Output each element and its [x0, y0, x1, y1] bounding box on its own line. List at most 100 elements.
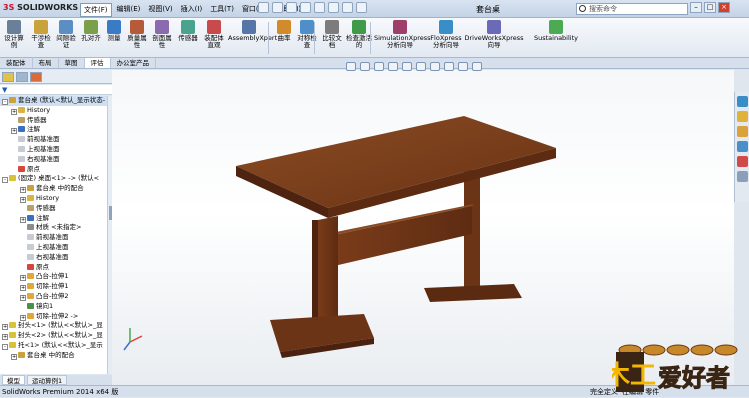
ribbon-button-17[interactable]: Sustainability — [528, 20, 584, 42]
zoom-area-icon[interactable] — [360, 62, 370, 71]
tree-item[interactable]: + 切除-拉伸2 -> — [0, 312, 107, 322]
zoom-fit-icon[interactable] — [346, 62, 356, 71]
ribbon-button-12[interactable]: 比较文档 — [320, 20, 344, 49]
previous-view-icon[interactable] — [374, 62, 384, 71]
ribbon-button-6[interactable]: 剖面属性 — [150, 20, 174, 49]
ribbon-button-7[interactable]: 传感器 — [176, 20, 200, 42]
display-style-icon[interactable] — [416, 62, 426, 71]
tab-3[interactable]: 评估 — [84, 58, 111, 68]
expand-toggle-icon[interactable]: - — [2, 177, 8, 184]
expand-toggle-icon[interactable]: + — [20, 196, 26, 203]
tab-0[interactable]: 装配体 — [0, 58, 33, 68]
options-icon[interactable] — [356, 2, 367, 13]
maximize-icon[interactable]: □ — [704, 2, 716, 13]
expand-toggle-icon[interactable]: + — [20, 314, 26, 321]
expand-toggle-icon[interactable]: + — [2, 324, 8, 331]
tab-1[interactable]: 布局 — [33, 58, 59, 68]
scene-icon[interactable] — [458, 62, 468, 71]
property-manager-icon[interactable] — [16, 72, 28, 82]
tree-item[interactable]: 原点 — [0, 263, 107, 273]
expand-toggle-icon[interactable]: + — [20, 216, 26, 223]
ribbon-button-10[interactable]: 曲率 — [274, 20, 294, 42]
select-icon[interactable] — [328, 2, 339, 13]
print-icon[interactable] — [300, 2, 311, 13]
close-icon[interactable]: × — [718, 2, 730, 13]
menu-file[interactable]: 文件(F) — [80, 3, 112, 17]
tree-item[interactable]: 前视基准面 — [0, 233, 107, 243]
view-orientation-icon[interactable] — [402, 62, 412, 71]
tab-model[interactable]: 模型 — [2, 375, 25, 385]
ribbon-button-4[interactable]: 测量 — [104, 20, 124, 42]
section-view-icon[interactable] — [388, 62, 398, 71]
tab-motion-study[interactable]: 运动算例1 — [27, 375, 68, 385]
minimize-icon[interactable]: – — [690, 2, 702, 13]
ribbon-button-15[interactable]: FloXpress 分析向导 — [430, 20, 462, 49]
expand-toggle-icon[interactable]: + — [2, 334, 8, 341]
expand-toggle-icon[interactable]: + — [20, 187, 26, 194]
tree-item[interactable]: - (固定) 桌面<1> -> (默认< — [0, 174, 107, 184]
tree-item[interactable]: + 套台桌 中的配合 — [0, 351, 107, 361]
expand-toggle-icon[interactable]: - — [2, 99, 8, 105]
tree-item[interactable]: - 托<1> (默认<<默认>_显示 — [0, 341, 107, 351]
view-palette-icon[interactable] — [736, 141, 748, 152]
view-settings-icon[interactable] — [472, 62, 482, 71]
menu-edit[interactable]: 编辑(E) — [114, 3, 144, 17]
tree-item[interactable]: + 凸台-拉伸1 — [0, 272, 107, 282]
ribbon-button-2[interactable]: 间隙验证 — [54, 20, 78, 49]
ribbon-button-16[interactable]: DriveWorksXpress 向导 — [464, 20, 524, 49]
save-icon[interactable] — [286, 2, 297, 13]
ribbon-button-1[interactable]: 干涉检查 — [30, 20, 52, 49]
tree-item[interactable]: 材质 <未指定> — [0, 223, 107, 233]
hide-show-icon[interactable] — [430, 62, 440, 71]
expand-toggle-icon[interactable]: - — [2, 343, 8, 350]
menu-view[interactable]: 视图(V) — [145, 3, 175, 17]
tree-item[interactable]: - 套台桌 (默认<默认_显示状态- — [0, 96, 107, 106]
feature-tree-icon[interactable] — [2, 72, 14, 82]
tree-item[interactable]: + 凸台-拉伸2 — [0, 292, 107, 302]
tree-item[interactable]: 原点 — [0, 165, 107, 175]
custom-properties-icon[interactable] — [736, 171, 748, 182]
file-explorer-icon[interactable] — [736, 126, 748, 137]
expand-toggle-icon[interactable]: + — [20, 294, 26, 301]
tree-item[interactable]: 上视基准面 — [0, 145, 107, 155]
tree-item[interactable]: 右视基准面 — [0, 253, 107, 263]
solidworks-logo[interactable]: 3S SOLIDWORKS — [3, 3, 78, 12]
tree-item[interactable]: 右视基准面 — [0, 155, 107, 165]
tree-item[interactable]: 传感器 — [0, 204, 107, 214]
tab-4[interactable]: 办公室产品 — [111, 58, 156, 68]
display-manager-icon[interactable] — [30, 72, 42, 82]
ribbon-button-9[interactable]: AssemblyXpert — [228, 20, 277, 42]
tree-item[interactable]: + 注解 — [0, 125, 107, 135]
expand-toggle-icon[interactable]: + — [11, 353, 17, 360]
tree-filter[interactable]: ▼ — [0, 85, 112, 95]
tree-item[interactable]: 镜向1 — [0, 302, 107, 312]
appearance-icon[interactable] — [444, 62, 454, 71]
tab-2[interactable]: 草图 — [59, 58, 85, 68]
menu-tools[interactable]: 工具(T) — [207, 3, 237, 17]
tree-item[interactable]: + 封头<2> (默认<<默认>_显 — [0, 331, 107, 341]
tree-item[interactable]: + 封头<1> (默认<<默认>_显 — [0, 321, 107, 331]
appearances-icon[interactable] — [736, 156, 748, 167]
tree-item[interactable]: + 套台桌 中的配合 — [0, 184, 107, 194]
tree-item[interactable]: + 切除-拉伸1 — [0, 282, 107, 292]
tree-item[interactable]: 传感器 — [0, 116, 107, 126]
ribbon-button-0[interactable]: 设计算例 — [2, 20, 26, 49]
ribbon-button-14[interactable]: SimulationXpress 分析向导 — [374, 20, 431, 49]
expand-toggle-icon[interactable]: + — [11, 108, 17, 115]
tree-item[interactable]: + History — [0, 194, 107, 204]
ribbon-button-8[interactable]: 装配体直观 — [202, 20, 226, 49]
menu-insert[interactable]: 插入(I) — [178, 3, 206, 17]
expand-toggle-icon[interactable]: + — [20, 285, 26, 292]
design-library-icon[interactable] — [736, 111, 748, 122]
ribbon-button-3[interactable]: 孔对齐 — [80, 20, 102, 42]
tree-item[interactable]: + 注解 — [0, 214, 107, 224]
open-icon[interactable] — [272, 2, 283, 13]
ribbon-button-13[interactable]: 检查激活的 — [346, 20, 372, 49]
new-icon[interactable] — [258, 2, 269, 13]
tree-item[interactable]: 上视基准面 — [0, 243, 107, 253]
tree-item[interactable]: 前视基准面 — [0, 135, 107, 145]
expand-toggle-icon[interactable]: + — [20, 275, 26, 282]
undo-icon[interactable] — [314, 2, 325, 13]
expand-toggle-icon[interactable]: + — [11, 128, 17, 135]
rebuild-icon[interactable] — [342, 2, 353, 13]
